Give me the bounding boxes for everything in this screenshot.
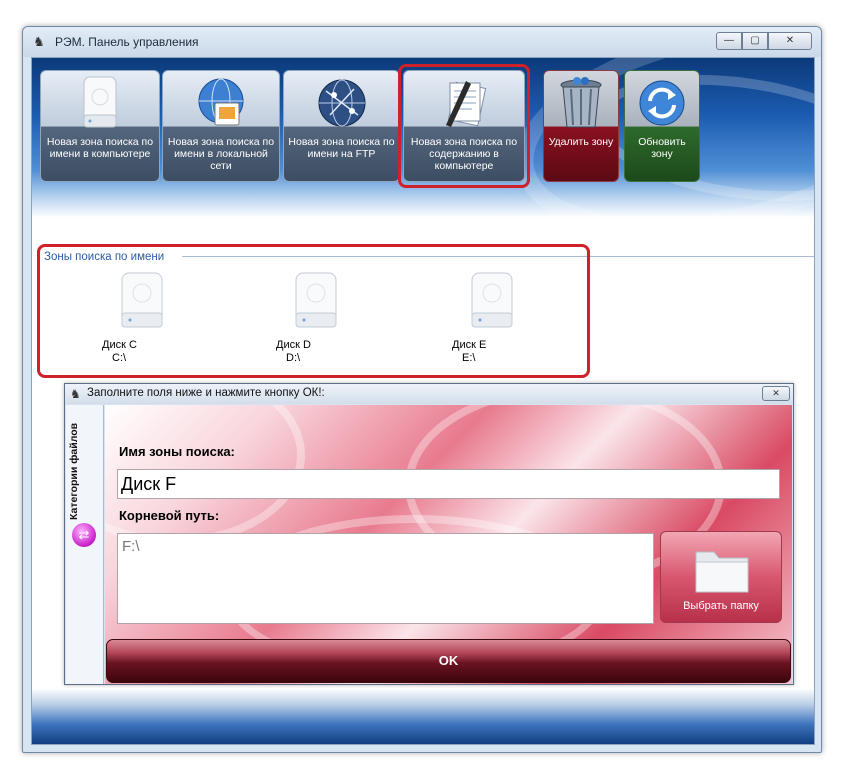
main-window: ♞ РЭМ. Панель управления — ▢ ✕ Новая зон… [22,26,822,753]
folder-icon [695,551,749,593]
file-categories-label: Категории файлов [68,422,80,520]
delete-zone-button[interactable]: Удалить зону [543,70,619,182]
window-title: РЭМ. Панель управления [55,35,199,49]
hard-disk-icon [295,272,337,328]
app-icon: ♞ [33,34,45,49]
dialog-title: Заполните поля ниже и нажмите кнопку ОК!… [87,387,325,399]
bottom-decoration-band [32,688,814,744]
new-ftp-zone-label: Новая зона поиска по имени на FTP [288,136,395,160]
document-pen-icon [446,81,487,127]
network-globe-icon [198,78,244,126]
new-lan-zone-label: Новая зона поиска по имени в локальной с… [167,136,275,172]
delete-zone-label: Удалить зону [548,136,614,148]
hard-disk-icon [83,76,117,128]
file-categories-tab[interactable]: Категории файлов ⇄ [66,405,104,684]
zone-name-input[interactable] [117,469,780,499]
new-ftp-zone-button[interactable]: Новая зона поиска по имени на FTP [283,70,400,182]
hard-disk-icon [471,272,513,328]
choose-folder-button[interactable]: Выбрать папку [660,531,782,623]
dialog-app-icon: ♞ [70,387,81,401]
disk-c-item[interactable]: Диск C C:\ [102,271,182,371]
disk-c-path: C:\ [112,352,127,364]
new-local-zone-button[interactable]: Новая зона поиска по имени в компьютере [40,70,160,182]
choose-folder-label: Выбрать папку [683,600,759,612]
zones-group-divider [182,256,814,257]
refresh-zone-button[interactable]: Обновить зону [624,70,700,182]
disk-d-name: Диск D [276,339,311,351]
root-path-label: Корневой путь: [119,508,220,523]
disk-d-path: D:\ [286,352,301,364]
minimize-button[interactable]: — [716,32,742,50]
swap-arrows-icon: ⇄ [72,523,96,547]
zone-name-label: Имя зоны поиска: [119,444,235,459]
zones-group-title: Зоны поиска по имени [44,251,165,263]
client-area: Новая зона поиска по имени в компьютере … [31,57,815,745]
new-content-zone-button[interactable]: Новая зона поиска по содержанию в компью… [403,70,525,182]
hard-disk-icon [121,272,163,328]
toolbar: Новая зона поиска по имени в компьютере … [32,58,814,218]
dialog-title-bar[interactable]: ♞ Заполните поля ниже и нажмите кнопку О… [65,384,793,404]
ftp-globe-icon [318,79,365,127]
dialog-body: Имя зоны поиска: Корневой путь: F:\ Выбр… [105,405,792,684]
title-bar[interactable]: ♞ РЭМ. Панель управления — ▢ ✕ [23,27,821,57]
disk-d-item[interactable]: Диск D D:\ [276,271,356,371]
refresh-icon [639,80,685,126]
dialog-close-button[interactable]: ✕ [762,386,790,401]
disk-e-name: Диск E [452,339,487,351]
disk-e-path: E:\ [462,352,476,364]
new-content-zone-label: Новая зона поиска по содержанию в компью… [410,136,518,172]
disk-e-item[interactable]: Диск E E:\ [452,271,532,371]
root-path-input[interactable]: F:\ [117,533,654,624]
new-local-zone-label: Новая зона поиска по имени в компьютере [46,136,154,160]
trash-bin-icon [560,77,602,128]
ok-button[interactable]: OK [106,639,791,683]
close-button[interactable]: ✕ [768,32,812,50]
new-zone-dialog: ♞ Заполните поля ниже и нажмите кнопку О… [64,383,794,685]
disk-c-name: Диск C [102,339,137,351]
maximize-button[interactable]: ▢ [742,32,768,50]
refresh-zone-label: Обновить зону [638,136,686,160]
new-lan-zone-button[interactable]: Новая зона поиска по имени в локальной с… [162,70,280,182]
